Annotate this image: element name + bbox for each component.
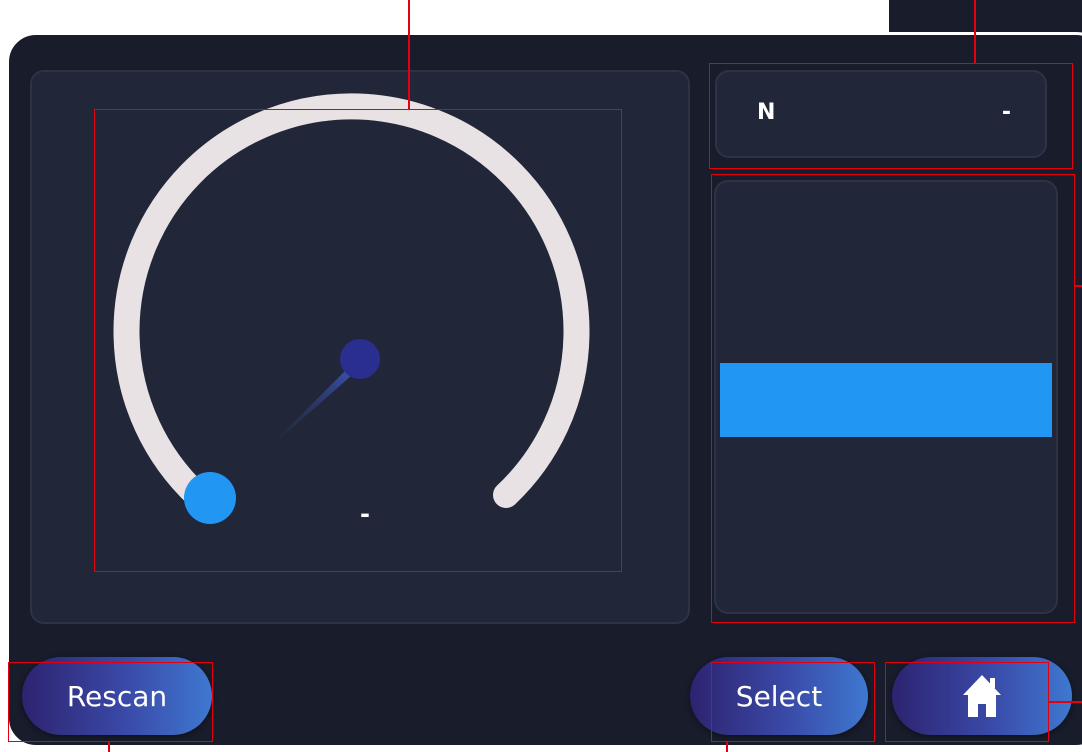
rescan-button[interactable]: Rescan: [22, 657, 212, 735]
home-icon: [963, 675, 1001, 717]
rescan-label: Rescan: [66, 679, 168, 713]
select-label: Select: [735, 679, 823, 713]
info-panel: N -: [715, 70, 1047, 158]
info-value: -: [1001, 100, 1011, 125]
gauge-needle: [256, 360, 361, 460]
select-button[interactable]: Select: [690, 657, 868, 735]
info-label: N: [757, 100, 776, 125]
gauge-indicator: [184, 472, 236, 524]
gauge-arc: [113, 93, 590, 508]
gauge-value: -: [360, 500, 370, 528]
home-button[interactable]: [892, 657, 1072, 735]
level-panel: [714, 180, 1058, 614]
level-bar: [720, 363, 1052, 437]
gauge-hub: [340, 339, 380, 379]
